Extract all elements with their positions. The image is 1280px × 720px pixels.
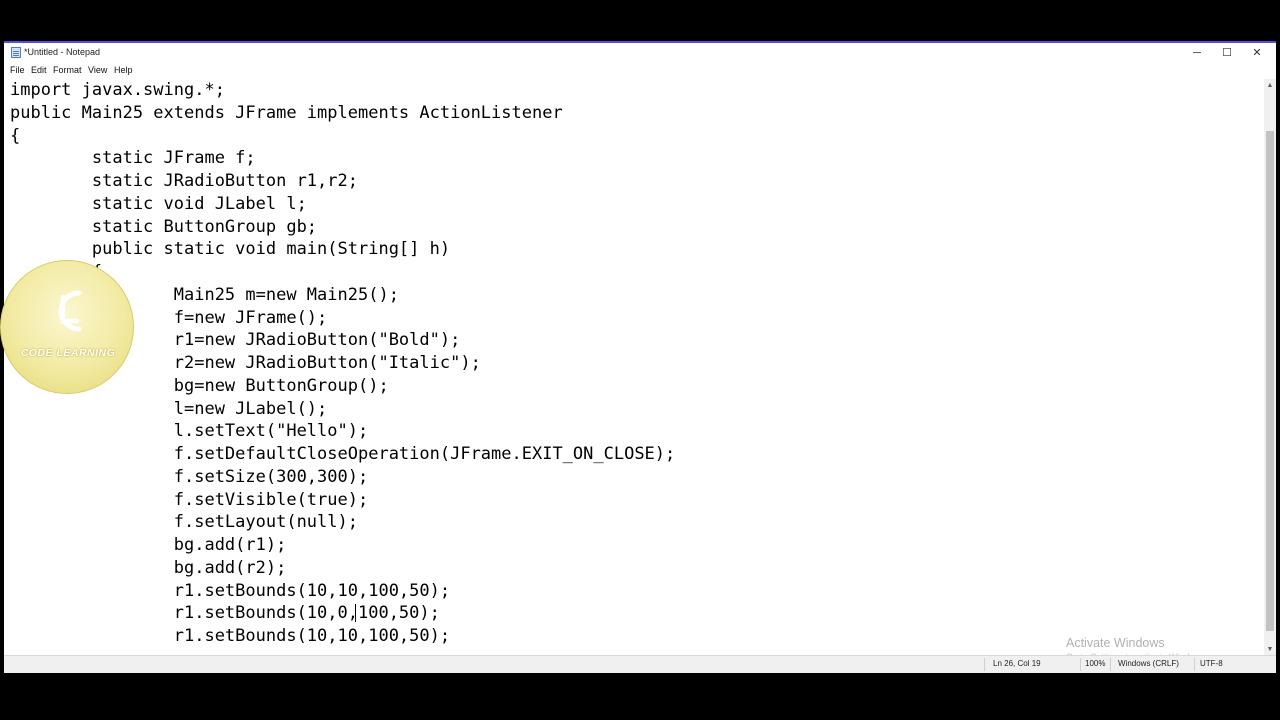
code-line-25: r1.setBounds(10,10,100,50); xyxy=(10,626,451,646)
code-line-22: bg.add(r2); xyxy=(10,558,287,578)
scrollbar-thumb[interactable] xyxy=(1266,131,1274,631)
code-line-19: f.setVisible(true); xyxy=(10,490,369,510)
text-editor[interactable]: import javax.swing.*; public Main25 exte… xyxy=(4,79,1262,657)
menu-bar: File Edit Format View Help xyxy=(4,63,1276,79)
notepad-window: *Untitled - Notepad ─ ☐ ✕ File Edit Form… xyxy=(4,41,1276,673)
status-zoom: 100% xyxy=(1085,659,1106,668)
code-line-23: r1.setBounds(10,10,100,50); xyxy=(10,581,451,601)
scroll-up-arrow-icon[interactable]: ▲ xyxy=(1264,79,1276,93)
code-learning-logo-mark-icon xyxy=(58,290,82,332)
maximize-button[interactable]: ☐ xyxy=(1212,43,1242,63)
code-line-2: public Main25 extends JFrame implements … xyxy=(10,103,563,123)
close-button[interactable]: ✕ xyxy=(1242,43,1272,63)
code-line-17: f.setDefaultCloseOperation(JFrame.EXIT_O… xyxy=(10,444,676,464)
menu-help[interactable]: Help xyxy=(114,65,133,75)
vertical-scrollbar[interactable]: ▲ ▼ xyxy=(1264,79,1276,657)
notepad-app-icon xyxy=(11,47,21,58)
code-learning-logo-text: CODE LEARNING xyxy=(20,347,116,359)
code-line-1: import javax.swing.*; xyxy=(10,80,225,100)
status-line-ending: Windows (CRLF) xyxy=(1118,659,1179,668)
status-cursor-position: Ln 26, Col 19 xyxy=(993,659,1041,668)
code-line-3: { xyxy=(10,126,21,146)
title-bar[interactable]: *Untitled - Notepad ─ ☐ ✕ xyxy=(4,43,1276,63)
code-line-18: f.setSize(300,300); xyxy=(10,467,369,487)
code-line-21: bg.add(r1); xyxy=(10,535,287,555)
code-line-7: static ButtonGroup gb; xyxy=(10,217,318,237)
code-line-5: static JRadioButton r1,r2; xyxy=(10,171,358,191)
code-line-8: public static void main(String[] h) xyxy=(10,239,451,259)
code-line-4: static JFrame f; xyxy=(10,148,256,168)
status-separator xyxy=(984,658,985,671)
menu-edit[interactable]: Edit xyxy=(31,65,47,75)
code-line-24: r1.setBounds(10,0,100,50); xyxy=(10,603,440,623)
window-title: *Untitled - Notepad xyxy=(24,47,101,57)
code-line-15: l=new JLabel(); xyxy=(10,399,328,419)
status-encoding: UTF-8 xyxy=(1200,659,1223,668)
code-line-20: f.setLayout(null); xyxy=(10,512,358,532)
code-line-6: static void JLabel l; xyxy=(10,194,307,214)
menu-file[interactable]: File xyxy=(10,65,25,75)
code-line-16: l.setText("Hello"); xyxy=(10,421,369,441)
status-bar: Ln 26, Col 19 100% Windows (CRLF) UTF-8 xyxy=(4,655,1276,673)
status-separator xyxy=(1080,658,1081,671)
minimize-button[interactable]: ─ xyxy=(1182,43,1212,63)
status-separator xyxy=(1194,658,1195,671)
code-learning-logo: CODE LEARNING xyxy=(0,260,134,394)
text-caret xyxy=(355,604,356,622)
status-separator xyxy=(1110,658,1111,671)
menu-format[interactable]: Format xyxy=(53,65,82,75)
menu-view[interactable]: View xyxy=(88,65,107,75)
activate-windows-title: Activate Windows xyxy=(1066,636,1165,650)
